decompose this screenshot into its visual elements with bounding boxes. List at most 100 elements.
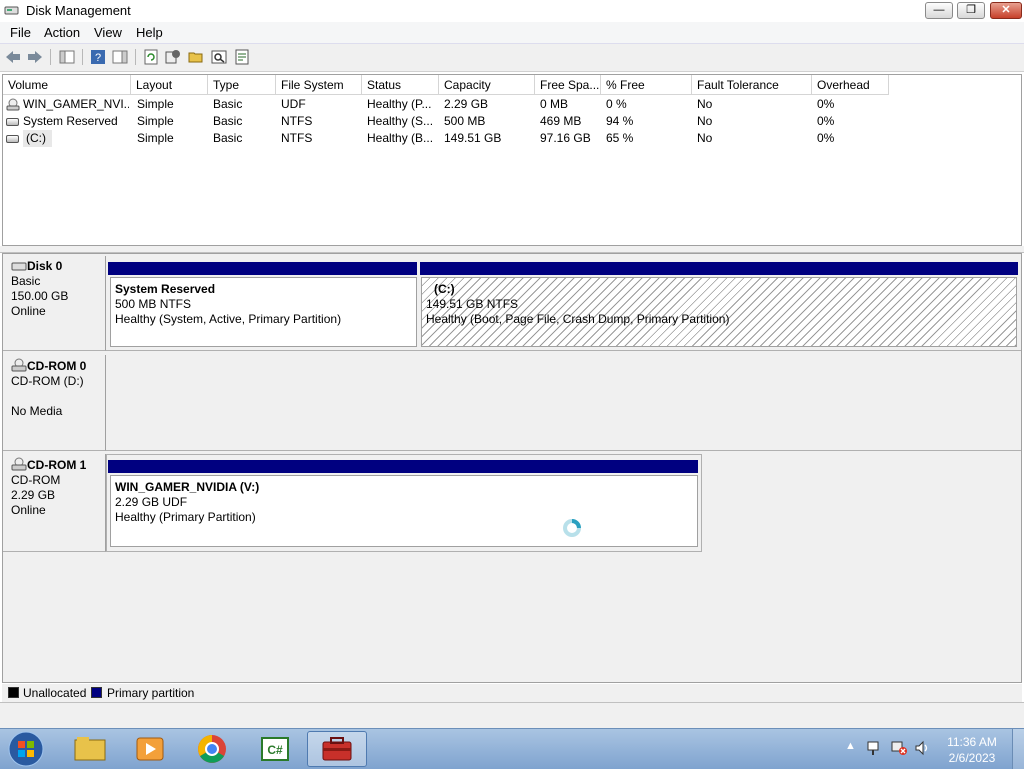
clock-date: 2/6/2023 [948,751,996,765]
cd-drive-icon [11,358,27,372]
cdrom-0-label[interactable]: CD-ROM 0 CD-ROM (D:) No Media [3,355,106,451]
partition-size: 2.29 GB UDF [115,495,188,509]
cell-fault-tolerance: No [697,97,713,111]
cell-status: Healthy (P... [367,97,432,111]
column-layout[interactable]: Layout [131,75,208,95]
network-disconnected-icon[interactable] [890,740,908,756]
maximize-button[interactable]: ❐ [957,2,985,19]
clock[interactable]: 11:36 AM 2/6/2023 [940,734,1004,766]
menu-file[interactable]: File [10,25,31,40]
column-status[interactable]: Status [362,75,439,95]
volume-icon [6,118,19,126]
table-row[interactable]: System Reserved Simple Basic NTFS Health… [3,113,1019,130]
settings-icon[interactable] [164,48,182,66]
volume-icon [6,135,19,143]
unallocated-swatch [8,687,19,698]
volume-list[interactable]: Volume Layout Type File System Status Ca… [2,74,1022,246]
cell-capacity: 149.51 GB [444,131,502,145]
svg-text:C#: C# [267,743,283,757]
partition-size: 500 MB NTFS [115,297,192,311]
action-center-flag-icon[interactable] [866,740,882,756]
menu-action[interactable]: Action [44,25,80,40]
show-desktop-button[interactable] [1012,729,1024,769]
toolbar-separator [50,49,51,65]
cell-overhead: 0% [817,97,835,111]
cd-drive-icon [11,457,27,471]
column-percent-free[interactable]: % Free [601,75,692,95]
legend: Unallocated Primary partition [2,684,1022,702]
partition-c[interactable]: (C:) 149.51 GB NTFS Healthy (Boot, Page … [421,277,1017,347]
cdrom-1-size: 2.29 GB [11,488,56,502]
cell-fault-tolerance: No [697,114,713,128]
partition-status: Healthy (Boot, Page File, Crash Dump, Pr… [426,312,730,326]
disk-0-state: Online [11,304,46,318]
refresh-icon[interactable] [142,48,160,66]
media-player-icon[interactable] [120,731,180,767]
toolbox-icon [322,737,352,761]
explorer-icon[interactable] [60,731,120,767]
hard-disk-icon [11,262,27,271]
column-fault-tolerance[interactable]: Fault Tolerance [692,75,812,95]
column-free-space[interactable]: Free Spa... [535,75,601,95]
column-type[interactable]: Type [208,75,276,95]
minimize-button[interactable]: — [925,2,953,19]
cell-volume: System Reserved [23,114,118,128]
legend-primary: Primary partition [107,686,195,700]
forward-arrow-icon[interactable] [26,48,44,66]
cdrom-1-name: CD-ROM 1 [27,458,87,472]
table-row[interactable]: (C:) Simple Basic NTFS Healthy (B... 149… [3,130,1019,147]
disk-graphical-view: Disk 0 Basic 150.00 GB Online System Res… [2,253,1022,683]
partition-v[interactable]: WIN_GAMER_NVIDIA (V:) 2.29 GB UDF Health… [110,475,698,547]
search-icon[interactable] [210,48,228,66]
title-bar: Disk Management — ❐ ✕ [0,0,1024,23]
cdrom-0-state: No Media [11,404,63,418]
partition-status: Healthy (Primary Partition) [115,510,256,524]
cell-type: Basic [213,131,243,145]
csharp-icon[interactable]: C# [245,731,305,767]
chrome-icon[interactable] [182,731,242,767]
cell-layout: Simple [137,114,174,128]
cell-volume: WIN_GAMER_NVI... [23,97,129,111]
cell-overhead: 0% [817,131,835,145]
column-overhead[interactable]: Overhead [812,75,889,95]
toolbar-separator [82,49,83,65]
cd-drive-icon [6,98,20,111]
cell-overhead: 0% [817,114,835,128]
column-volume[interactable]: Volume [3,75,131,95]
legend-unallocated: Unallocated [23,686,87,700]
disk-management-icon [4,6,19,15]
column-capacity[interactable]: Capacity [439,75,535,95]
back-arrow-icon[interactable] [4,48,22,66]
help-icon[interactable]: ? [89,48,107,66]
disk-0-label[interactable]: Disk 0 Basic 150.00 GB Online [3,256,106,351]
cell-free-space: 0 MB [540,97,569,111]
cell-free-space: 469 MB [540,114,582,128]
cdrom-1-type: CD-ROM [11,473,61,487]
cell-type: Basic [213,97,243,111]
menu-view[interactable]: View [94,25,122,40]
cdrom-1-label[interactable]: CD-ROM 1 CD-ROM 2.29 GB Online [3,454,106,552]
close-button[interactable]: ✕ [990,2,1022,19]
column-file-system[interactable]: File System [276,75,362,95]
volume-icon[interactable] [914,740,932,756]
cell-percent-free: 0 % [606,97,627,111]
cell-percent-free: 65 % [606,131,634,145]
cell-capacity: 2.29 GB [444,97,489,111]
table-row[interactable]: WIN_GAMER_NVI... Simple Basic UDF Health… [3,96,1019,113]
menu-help[interactable]: Help [136,25,163,40]
pane-splitter[interactable] [0,246,1024,253]
console-tree-icon[interactable] [58,48,76,66]
partition-system-reserved[interactable]: System Reserved 500 MB NTFS Healthy (Sys… [110,277,417,347]
partition-name: (C:) [434,282,455,296]
partition-name: WIN_GAMER_NVIDIA (V:) [115,480,260,494]
start-orb-icon[interactable] [6,730,46,768]
open-folder-icon[interactable] [187,48,205,66]
cell-fault-tolerance: No [697,131,713,145]
show-hidden-icons-icon[interactable]: ▲ [845,740,856,752]
computer-management-taskbar-button[interactable] [307,731,367,767]
disk-0-size: 150.00 GB [11,289,69,303]
cdrom-0-name: CD-ROM 0 [27,359,87,373]
cell-file-system: NTFS [281,114,313,128]
disk-properties-icon[interactable] [233,48,251,66]
properties-pane-icon[interactable] [111,48,129,66]
